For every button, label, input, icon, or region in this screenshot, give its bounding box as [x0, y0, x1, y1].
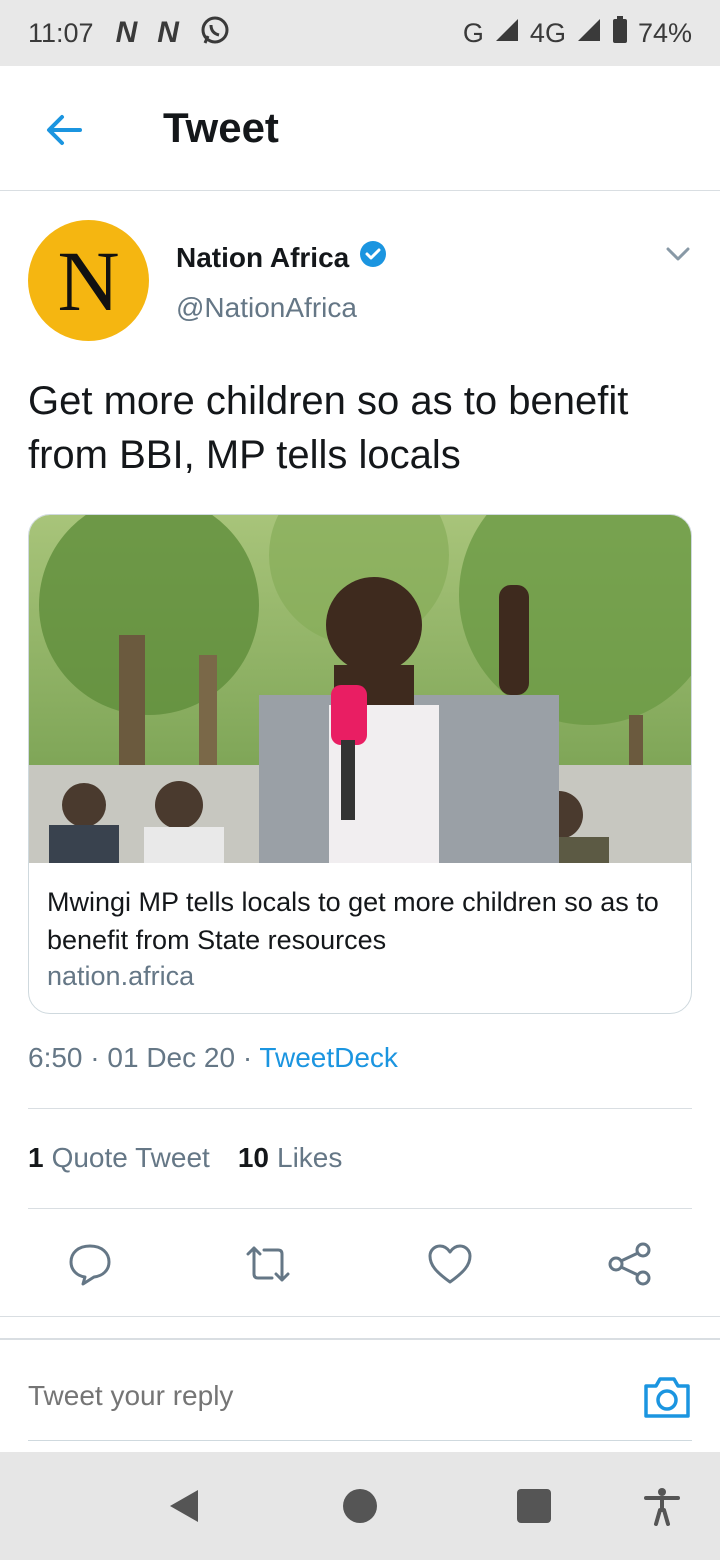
back-arrow-icon[interactable] — [42, 108, 86, 152]
author-handle[interactable]: @NationAfrica — [176, 292, 357, 324]
camera-icon[interactable] — [642, 1374, 692, 1420]
chevron-down-icon[interactable] — [664, 240, 692, 268]
system-nav-bar — [0, 1452, 720, 1560]
quote-tweets-stat[interactable]: 1 Quote Tweet — [28, 1142, 210, 1174]
signal-icon — [576, 17, 602, 50]
network-4g-label: 4G — [529, 17, 566, 48]
verified-badge-icon — [359, 240, 387, 275]
tweet-date: 01 Dec 20 — [107, 1042, 236, 1073]
whatsapp-icon — [199, 14, 231, 53]
nav-recents-icon[interactable] — [514, 1486, 554, 1526]
like-count: 10 — [237, 1142, 269, 1173]
app-header: Tweet — [0, 66, 720, 191]
reply-underline — [28, 1440, 692, 1441]
divider — [28, 1208, 692, 1209]
like-label: Likes — [277, 1142, 343, 1173]
network-g-label: G — [462, 17, 484, 48]
tweet-source-link[interactable]: TweetDeck — [259, 1042, 398, 1073]
heart-icon[interactable] — [426, 1240, 474, 1288]
tweet-meta: 6:50 · 01 Dec 20 · TweetDeck — [28, 1042, 398, 1074]
status-time: 11:07 — [28, 17, 94, 48]
share-icon[interactable] — [606, 1240, 654, 1288]
retweet-icon[interactable] — [244, 1240, 292, 1288]
divider — [0, 1316, 720, 1317]
battery-icon — [612, 15, 628, 51]
reply-icon[interactable] — [66, 1240, 114, 1288]
avatar[interactable]: N — [28, 220, 149, 341]
nav-home-icon[interactable] — [340, 1486, 380, 1526]
divider — [28, 1108, 692, 1109]
netflix-icon: N — [115, 16, 138, 49]
author-name-label: Nation Africa — [176, 241, 350, 273]
tweet-time: 6:50 — [28, 1042, 83, 1073]
nav-back-icon[interactable] — [164, 1486, 204, 1526]
accessibility-icon[interactable] — [642, 1486, 682, 1526]
tweet-actions — [28, 1230, 692, 1300]
meta-separator: · — [242, 1042, 260, 1073]
tweet-stats: 1 Quote Tweet 10 Likes — [28, 1142, 342, 1174]
signal-icon — [494, 17, 520, 50]
meta-separator: · — [90, 1042, 108, 1073]
reply-bar — [0, 1338, 720, 1452]
netflix-icon: N — [157, 16, 179, 49]
page-title: Tweet — [163, 104, 279, 151]
link-card[interactable]: Mwingi MP tells locals to get more child… — [28, 514, 692, 1014]
reply-input[interactable] — [28, 1380, 588, 1412]
author-name[interactable]: Nation Africa — [176, 240, 387, 275]
likes-stat[interactable]: 10 Likes — [238, 1142, 343, 1174]
quote-label: Quote Tweet — [51, 1142, 210, 1173]
status-bar: 11:07 N N G 4G 74% — [0, 0, 720, 66]
card-title: Mwingi MP tells locals to get more child… — [47, 887, 659, 955]
battery-percent: 74% — [637, 17, 692, 48]
tweet-text: Get more children so as to benefit from … — [28, 379, 629, 477]
card-domain: nation.africa — [47, 961, 195, 991]
card-image — [29, 515, 691, 863]
quote-count: 1 — [28, 1142, 44, 1173]
